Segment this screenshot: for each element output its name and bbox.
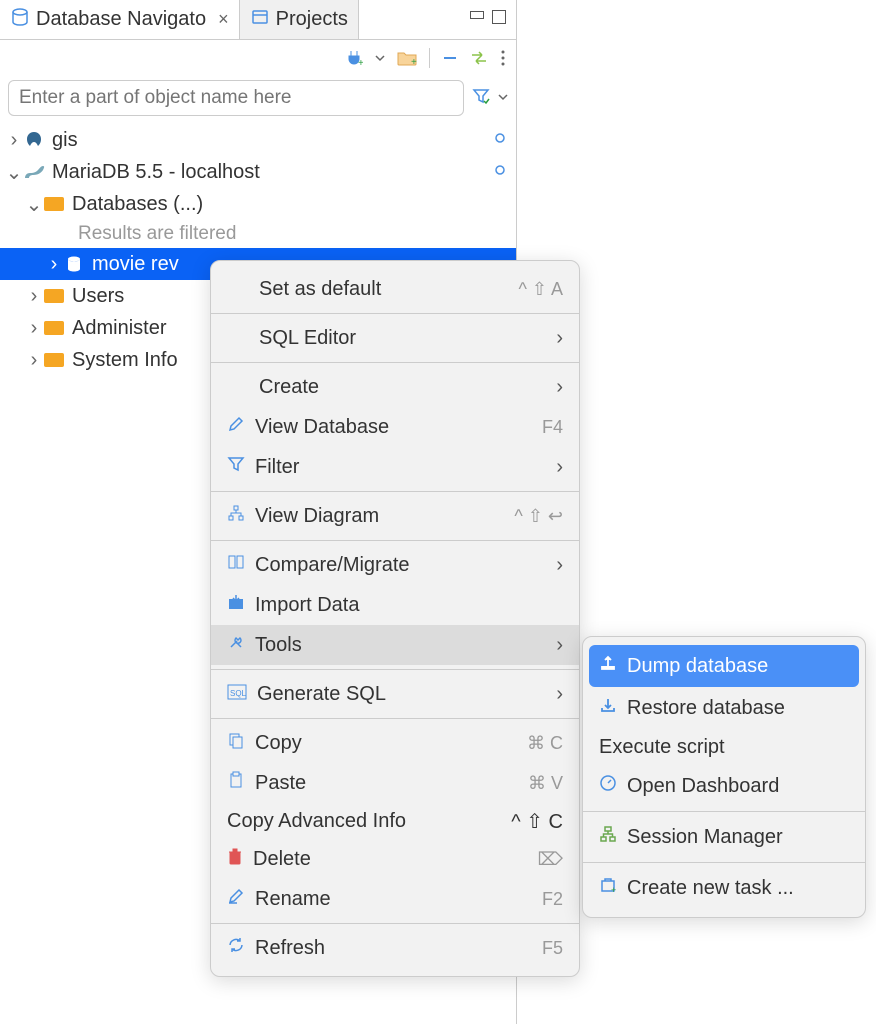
- filter-funnel-icon[interactable]: [472, 87, 490, 110]
- tab-label: Projects: [276, 8, 348, 31]
- folder-icon: [42, 289, 66, 303]
- svg-text:SQL: SQL: [230, 689, 247, 698]
- funnel-icon: [227, 455, 245, 479]
- chevron-right-icon: ›: [556, 327, 563, 350]
- window-controls: [460, 10, 516, 29]
- gauge-icon: [599, 774, 617, 798]
- tools-submenu: Dump database Restore database Execute s…: [582, 636, 866, 918]
- svg-text:+: +: [358, 58, 363, 67]
- menu-import[interactable]: Import Data: [211, 585, 579, 625]
- rename-icon: [227, 887, 245, 911]
- dropdown-icon[interactable]: [498, 89, 508, 107]
- menu-refresh[interactable]: RefreshF5: [211, 928, 579, 968]
- plug-icon[interactable]: +: [345, 49, 363, 67]
- upload-icon: [599, 654, 617, 678]
- diagram-icon: [227, 504, 245, 528]
- trash-icon: [227, 847, 243, 871]
- submenu-new-task[interactable]: + Create new task ...: [583, 867, 865, 909]
- tree-item-databases[interactable]: ⌄ Databases (...): [0, 188, 516, 220]
- chevron-down-icon[interactable]: ⌄: [26, 192, 42, 217]
- tree-item-mariadb[interactable]: ⌄ MariaDB 5.5 - localhost: [0, 156, 516, 188]
- postgres-icon: [22, 130, 46, 150]
- projects-icon: [250, 7, 270, 33]
- submenu-execute[interactable]: Execute script: [583, 729, 865, 765]
- folder-icon: [42, 353, 66, 367]
- folder-add-icon[interactable]: +: [397, 50, 417, 66]
- chevron-right-icon[interactable]: ›: [26, 317, 42, 340]
- database-icon: [10, 7, 30, 33]
- chevron-right-icon: ›: [556, 683, 563, 706]
- menu-view-database[interactable]: View DatabaseF4: [211, 407, 579, 447]
- compare-icon: [227, 553, 245, 577]
- import-icon: [227, 593, 245, 617]
- submenu-dump[interactable]: Dump database: [589, 645, 859, 687]
- dropdown-icon[interactable]: [375, 53, 385, 63]
- session-icon: [599, 825, 617, 849]
- maximize-icon[interactable]: [492, 10, 506, 29]
- tree-item-gis[interactable]: › gis: [0, 124, 516, 156]
- tab-database-navigator[interactable]: Database Navigato ×: [0, 0, 240, 39]
- close-icon[interactable]: ×: [218, 9, 229, 30]
- menu-compare[interactable]: Compare/Migrate›: [211, 545, 579, 585]
- chevron-right-icon[interactable]: ›: [6, 129, 22, 152]
- minimize-icon[interactable]: [470, 10, 484, 29]
- pencil-icon: [227, 415, 245, 439]
- tab-projects[interactable]: Projects: [240, 0, 359, 39]
- menu-paste[interactable]: Paste⌘ V: [211, 763, 579, 803]
- tree-label: Users: [72, 285, 124, 308]
- chevron-down-icon[interactable]: ⌄: [6, 160, 22, 185]
- connection-badge-icon: [492, 129, 508, 152]
- menu-generate-sql[interactable]: SQL Generate SQL›: [211, 674, 579, 714]
- menu-filter[interactable]: Filter›: [211, 447, 579, 487]
- paste-icon: [227, 771, 245, 795]
- chevron-right-icon: ›: [556, 634, 563, 657]
- tree-label: movie rev: [92, 253, 179, 276]
- submenu-session[interactable]: Session Manager: [583, 816, 865, 858]
- chevron-right-icon[interactable]: ›: [26, 349, 42, 372]
- filter-note: Results are filtered: [0, 220, 516, 248]
- svg-text:+: +: [411, 57, 417, 66]
- chevron-right-icon[interactable]: ›: [46, 253, 62, 276]
- connection-badge-icon: [492, 161, 508, 184]
- tree-label: Databases (...): [72, 193, 203, 216]
- menu-copy[interactable]: Copy⌘ C: [211, 723, 579, 763]
- menu-view-diagram[interactable]: View Diagram^ ⇧ ↩: [211, 496, 579, 536]
- tab-bar: Database Navigato × Projects: [0, 0, 516, 40]
- collapse-icon[interactable]: [442, 52, 458, 64]
- tools-icon: [227, 633, 245, 657]
- tree-label: System Info: [72, 349, 178, 372]
- menu-delete[interactable]: Delete⌦: [211, 839, 579, 879]
- tree-label: MariaDB 5.5 - localhost: [52, 161, 260, 184]
- download-icon: [599, 696, 617, 720]
- tab-label: Database Navigato: [36, 8, 206, 31]
- menu-tools[interactable]: Tools›: [211, 625, 579, 665]
- search-input[interactable]: [8, 80, 464, 116]
- menu-sql-editor[interactable]: SQL Editor›: [211, 318, 579, 358]
- sql-icon: SQL: [227, 683, 247, 706]
- refresh-icon: [227, 936, 245, 960]
- chevron-right-icon: ›: [556, 376, 563, 399]
- submenu-dashboard[interactable]: Open Dashboard: [583, 765, 865, 807]
- mariadb-icon: [22, 164, 46, 180]
- context-menu: Set as default^ ⇧ A SQL Editor› Create› …: [210, 260, 580, 977]
- copy-icon: [227, 731, 245, 755]
- folder-icon: [42, 321, 66, 335]
- more-icon[interactable]: [500, 49, 506, 67]
- menu-rename[interactable]: RenameF2: [211, 879, 579, 919]
- chevron-right-icon: ›: [556, 456, 563, 479]
- menu-create[interactable]: Create›: [211, 367, 579, 407]
- toolbar: + +: [0, 40, 516, 76]
- link-arrows-icon[interactable]: [470, 51, 488, 65]
- task-icon: +: [599, 876, 617, 900]
- database-icon: [62, 255, 86, 273]
- menu-set-default[interactable]: Set as default^ ⇧ A: [211, 269, 579, 309]
- menu-copy-advanced[interactable]: Copy Advanced Info^ ⇧ C: [211, 803, 579, 839]
- tree-label: gis: [52, 129, 78, 152]
- submenu-restore[interactable]: Restore database: [583, 687, 865, 729]
- chevron-right-icon: ›: [556, 554, 563, 577]
- tree-label: Administer: [72, 317, 166, 340]
- svg-text:+: +: [611, 885, 616, 894]
- folder-db-icon: [42, 197, 66, 211]
- chevron-right-icon[interactable]: ›: [26, 285, 42, 308]
